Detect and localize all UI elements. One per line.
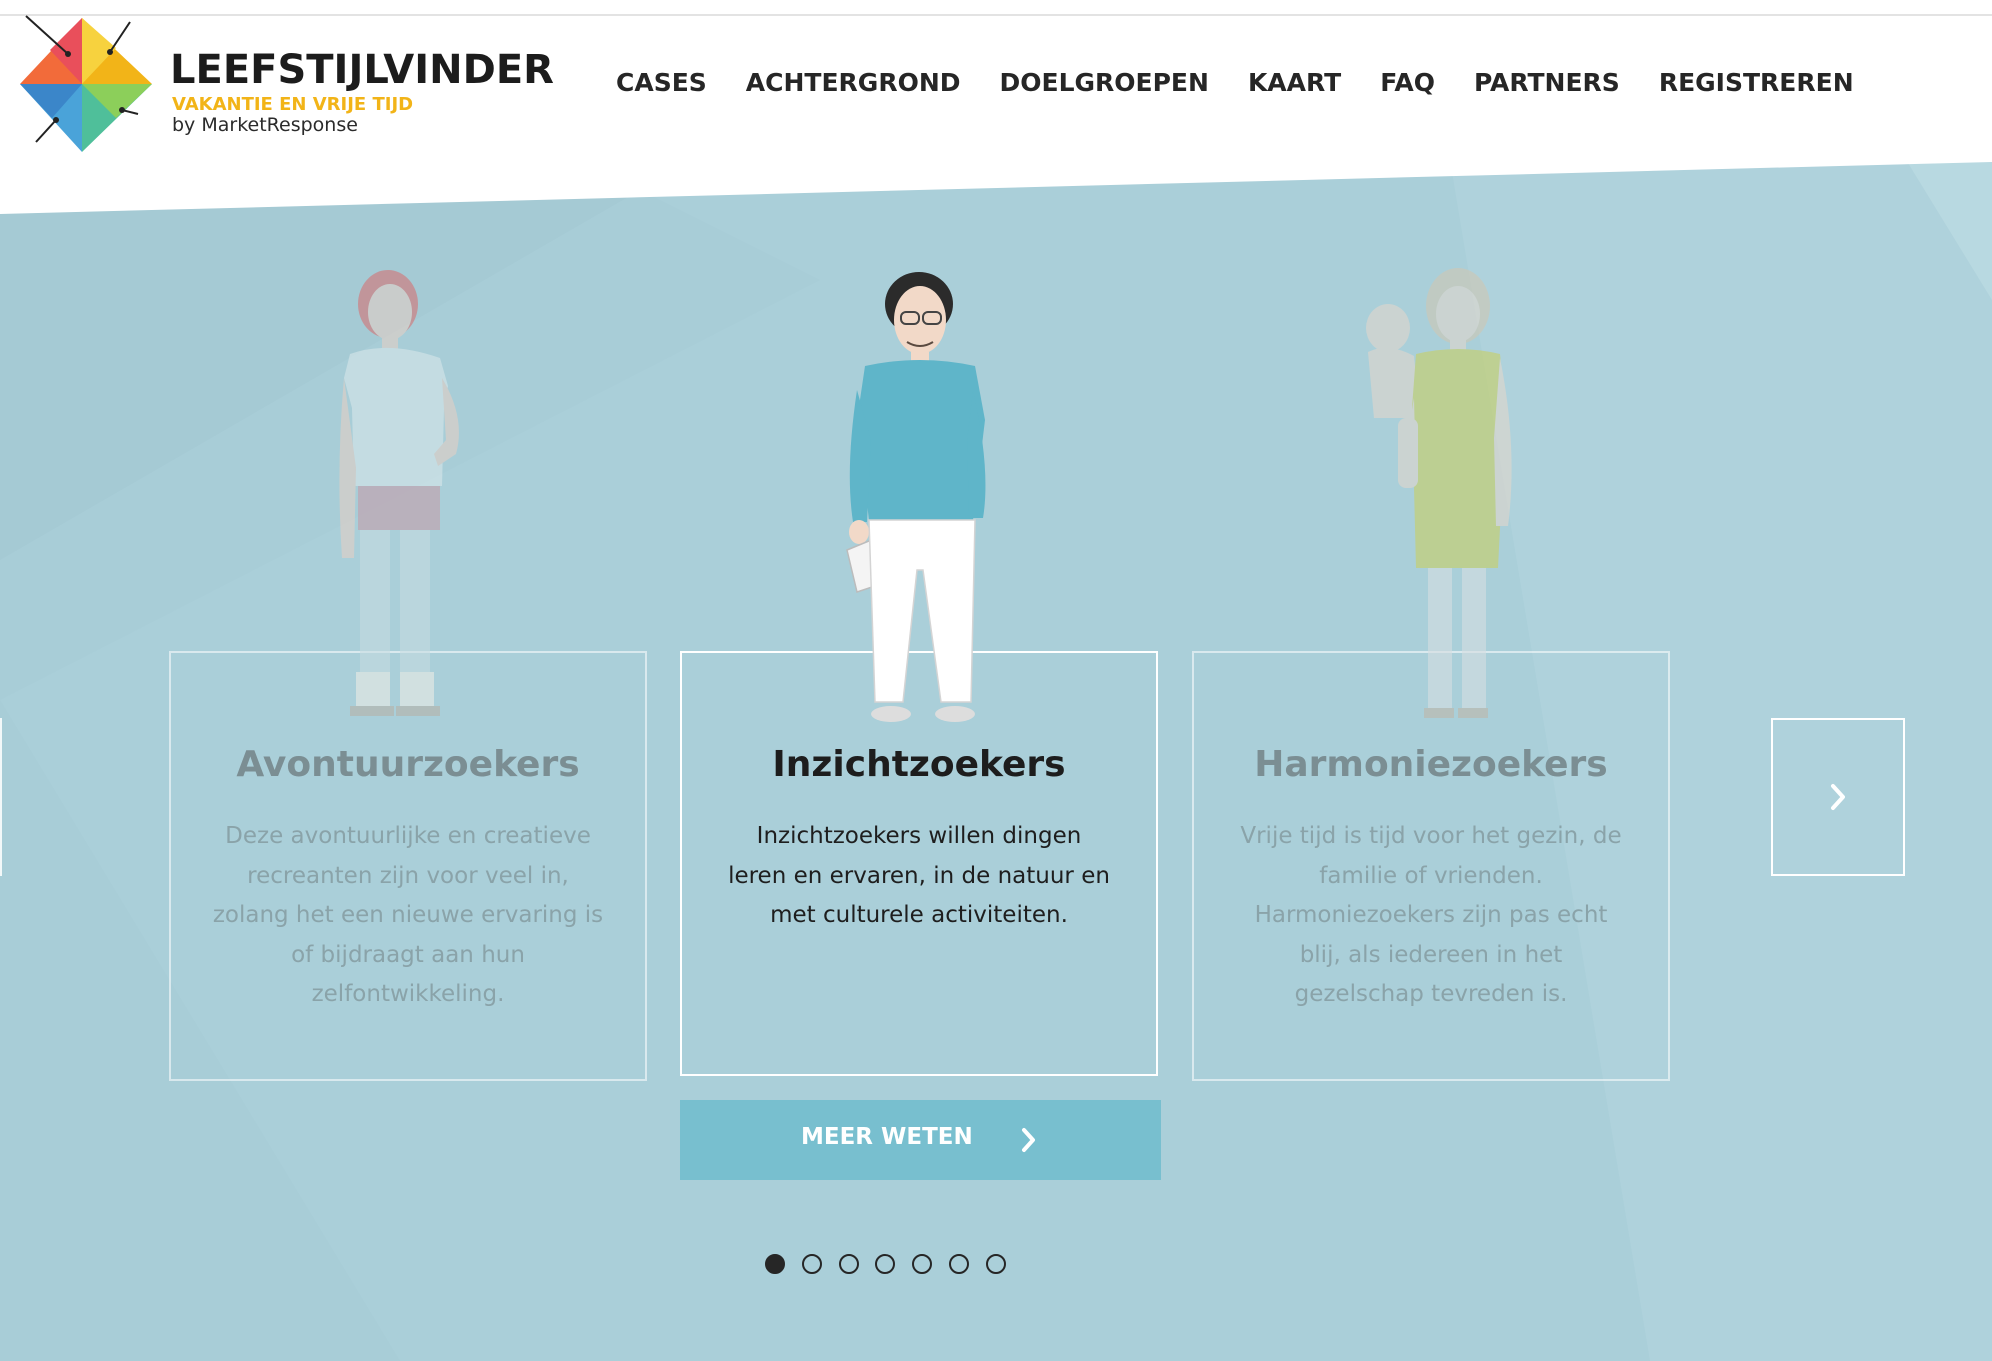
page-dot-3[interactable]: [838, 1254, 859, 1274]
cta-label: MEER WETEN: [801, 1124, 973, 1150]
nav-item-partners[interactable]: PARTNERS: [1474, 68, 1620, 97]
nav-item-cases[interactable]: CASES: [616, 68, 707, 97]
brand-byline: by MarketResponse: [172, 114, 358, 136]
card-title: Inzichtzoekers: [772, 744, 1066, 785]
chevron-right-icon: [1831, 784, 1845, 810]
nav-item-registreren[interactable]: REGISTREREN: [1659, 68, 1854, 97]
diamond-logo-icon: [20, 15, 152, 152]
card-title: Harmoniezoekers: [1254, 744, 1608, 785]
page: LEEFSTIJLVINDER VAKANTIE EN VRIJE TIJD b…: [0, 0, 1992, 1361]
page-dot-5[interactable]: [912, 1254, 933, 1274]
nav-item-faq[interactable]: FAQ: [1380, 68, 1435, 97]
page-dot-7[interactable]: [985, 1254, 1006, 1274]
page-dot-2[interactable]: [801, 1254, 822, 1274]
brand-subtitle: VAKANTIE EN VRIJE TIJD: [172, 94, 414, 115]
chevron-right-icon: [1022, 1128, 1035, 1152]
meer-weten-button[interactable]: MEER WETEN: [680, 1100, 1161, 1180]
page-dot-1[interactable]: [765, 1254, 785, 1274]
previous-slide-edge[interactable]: [0, 718, 2, 876]
character-inzichtzoeker: [846, 272, 986, 722]
card-description: Vrije tijd is tijd voor het gezin, de fa…: [1240, 823, 1622, 1007]
brand-name: LEEFSTIJLVINDER: [170, 47, 554, 93]
card-description: Deze avontuurlijke en creatieve recreant…: [212, 823, 604, 1007]
card-description: Inzichtzoekers willen dingen leren en er…: [728, 823, 1110, 928]
character-harmoniezoeker: [1366, 268, 1512, 718]
carousel-pagination: [765, 1254, 1006, 1274]
page-dot-4[interactable]: [875, 1254, 896, 1274]
character-avontuurzoeker: [339, 270, 459, 716]
card-title: Avontuurzoekers: [236, 744, 580, 785]
site-logo[interactable]: LEEFSTIJLVINDER VAKANTIE EN VRIJE TIJD b…: [12, 14, 554, 154]
next-slide-button[interactable]: [1771, 718, 1905, 876]
nav-item-doelgroepen[interactable]: DOELGROEPEN: [1000, 68, 1209, 97]
page-dot-6[interactable]: [948, 1254, 969, 1274]
nav-item-kaart[interactable]: KAART: [1248, 68, 1341, 97]
main-nav: CASES ACHTERGROND DOELGROEPEN KAART FAQ …: [616, 62, 1854, 102]
nav-item-achtergrond[interactable]: ACHTERGROND: [746, 68, 961, 97]
